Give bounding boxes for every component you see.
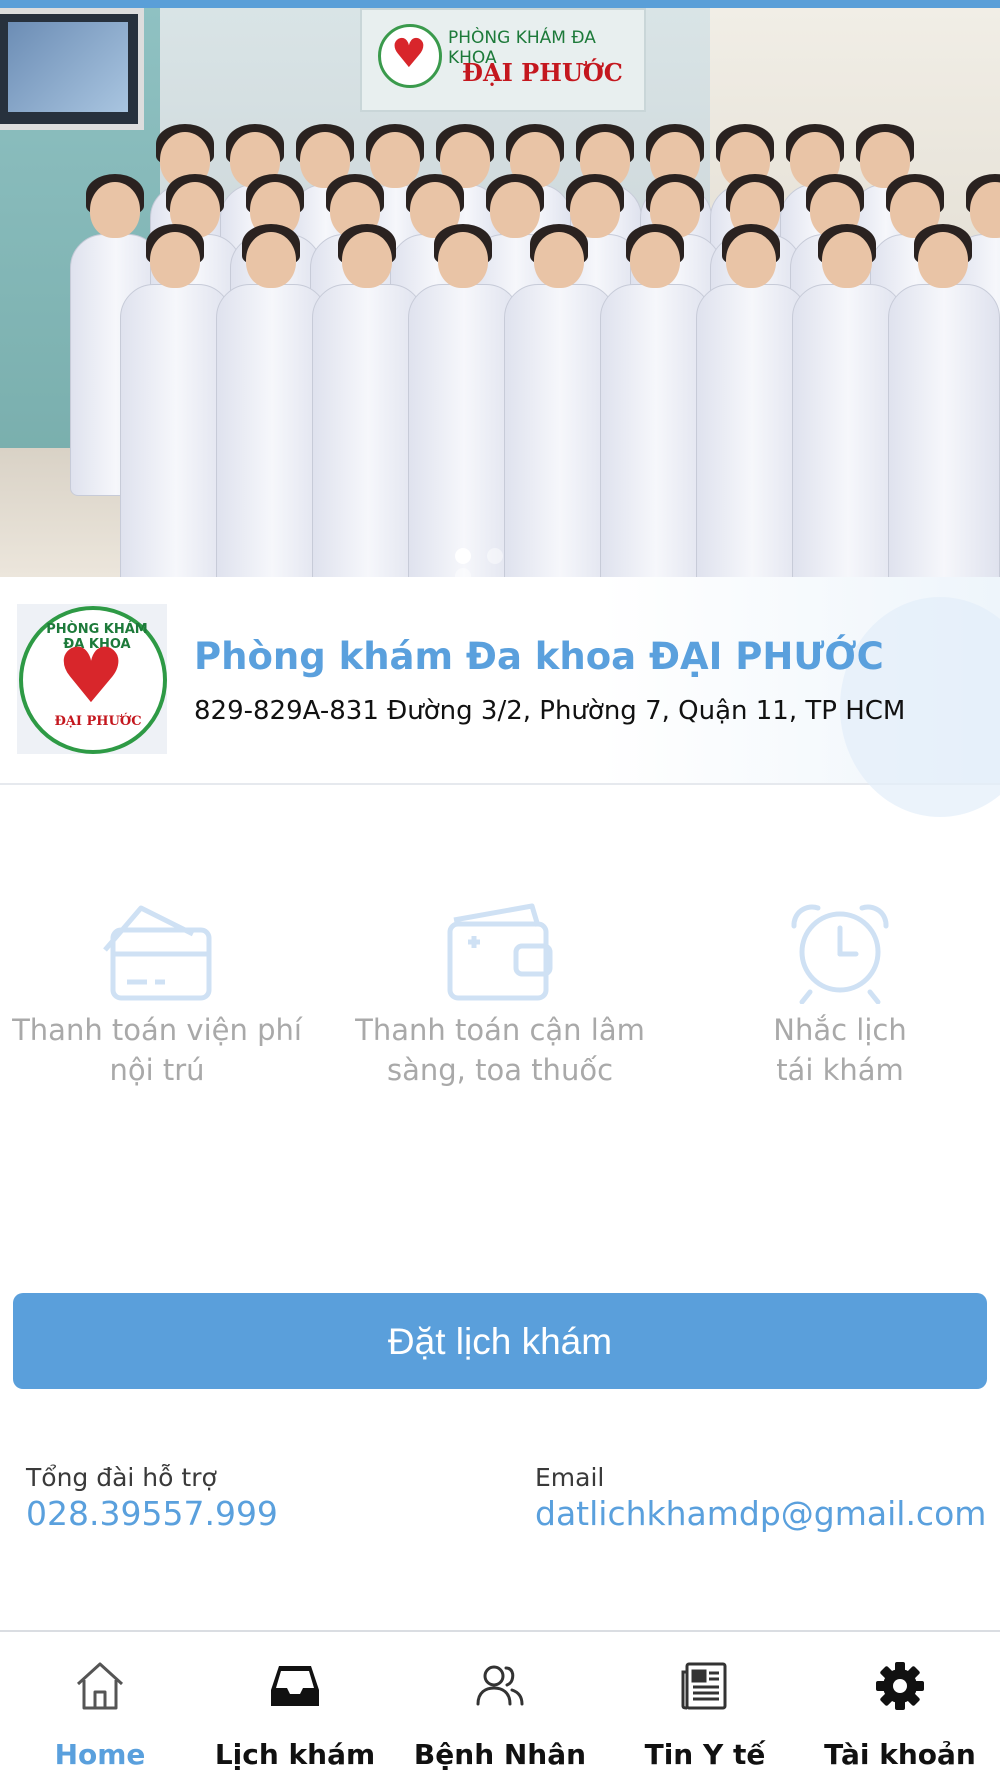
tab-appointments[interactable]: Lịch khám [195, 1632, 395, 1780]
email-label: Email [535, 1463, 605, 1492]
home-icon [76, 1662, 124, 1710]
clinic-info-card: PHÒNG KHÁM ĐA KHOA ♥ ĐẠI PHƯỚC Phòng khá… [0, 577, 1000, 817]
hotline-number[interactable]: 028.39557.999 [26, 1494, 278, 1533]
carousel-dot[interactable] [455, 548, 471, 564]
gear-icon [876, 1662, 924, 1710]
clinic-sign: PHÒNG KHÁM ĐA KHOA ĐẠI PHƯỚC [360, 8, 646, 112]
newspaper-icon [681, 1662, 727, 1710]
clinic-logo: PHÒNG KHÁM ĐA KHOA ♥ ĐẠI PHƯỚC [17, 604, 167, 754]
credit-card-icon [103, 905, 212, 1001]
tab-medical-news[interactable]: Tin Y tế [605, 1632, 805, 1780]
feature-label: Thanh toán viện phí nội trú [12, 1013, 302, 1087]
email-link[interactable]: datlichkhamdp@gmail.com [535, 1494, 986, 1533]
feature-reexam-reminder[interactable]: Nhắc lịch tái khám [675, 900, 1000, 1090]
hotline-label: Tổng đài hỗ trợ [26, 1463, 217, 1492]
tab-home[interactable]: Home [0, 1632, 200, 1780]
logo-text-bottom: ĐẠI PHƯỚC [54, 714, 142, 729]
sign-logo-icon [378, 24, 442, 88]
bottom-tab-bar: Home Lịch khám Bệnh Nhân Tin Y tế Tài kh… [0, 1630, 1000, 1780]
alarm-clock-icon [791, 904, 889, 1004]
tab-account[interactable]: Tài khoản [800, 1632, 1000, 1780]
users-icon [476, 1665, 524, 1706]
tab-patients[interactable]: Bệnh Nhân [400, 1632, 600, 1780]
feature-clinical-payment[interactable]: Thanh toán cận lâm sàng, toa thuốc [335, 900, 665, 1090]
tv-image [0, 8, 144, 130]
carousel-dots[interactable] [455, 548, 545, 577]
wallet-icon [447, 903, 553, 1001]
carousel-dot[interactable] [487, 548, 503, 564]
carousel-dot[interactable] [455, 568, 471, 577]
clinic-name: Phòng khám Đa khoa ĐẠI PHƯỚC [194, 635, 884, 678]
heart-icon: ♥ [57, 631, 126, 720]
feature-inpatient-payment[interactable]: Thanh toán viện phí nội trú [0, 900, 322, 1090]
hero-carousel[interactable]: PHÒNG KHÁM ĐA KHOA ĐẠI PHƯỚC [0, 8, 1000, 577]
top-accent-bar [0, 0, 1000, 8]
clinic-address: 829-829A-831 Đường 3/2, Phường 7, Quận 1… [194, 696, 906, 726]
inbox-icon [271, 1666, 319, 1706]
feature-label: Nhắc lịch tái khám [773, 1013, 907, 1087]
book-appointment-button[interactable]: Đặt lịch khám [13, 1293, 987, 1389]
sign-line2: ĐẠI PHƯỚC [462, 58, 623, 87]
staff-group-photo [30, 118, 1000, 577]
feature-label: Thanh toán cận lâm sàng, toa thuốc [355, 1013, 645, 1087]
